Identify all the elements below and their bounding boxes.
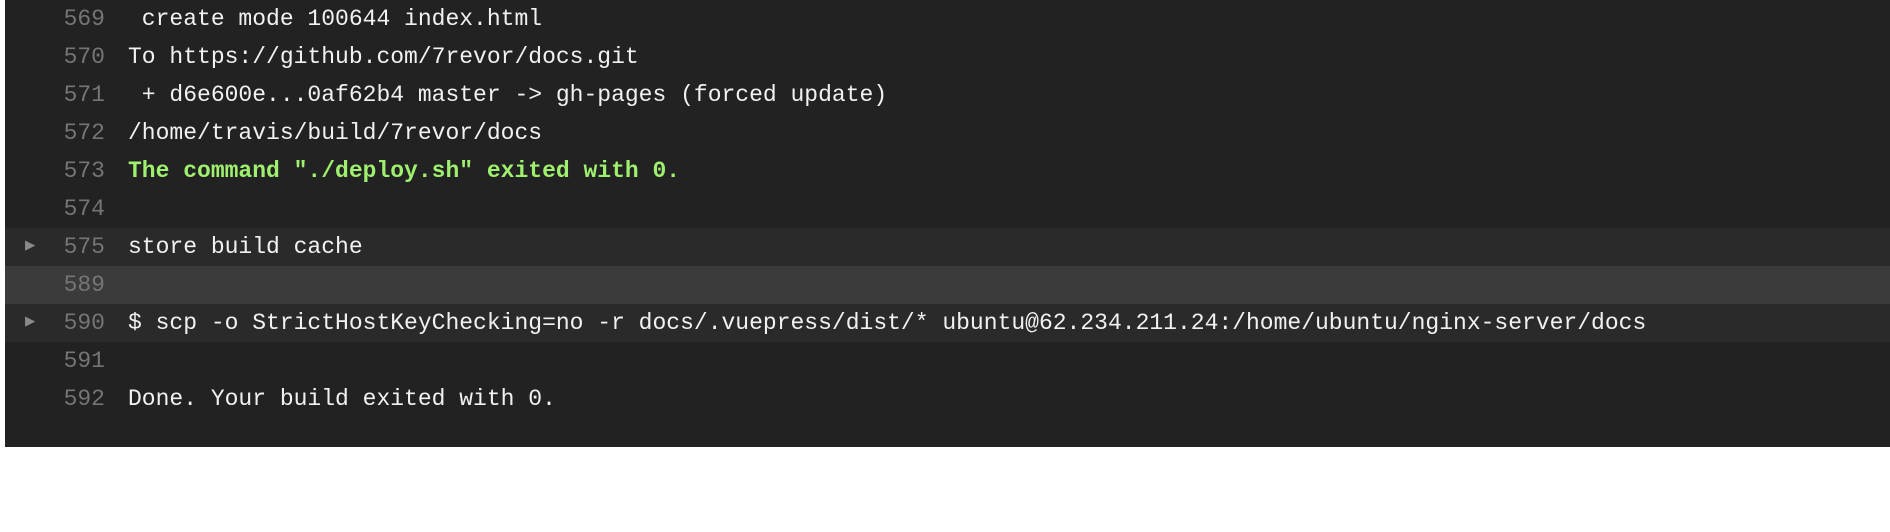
fold-row-scp-command[interactable]: ▶ 590 $ scp -o StrictHostKeyChecking=no … — [5, 304, 1890, 342]
line-number[interactable]: 589 — [5, 266, 105, 304]
log-line-highlighted: 589 — [5, 266, 1890, 304]
log-line: 591 — [5, 342, 1890, 380]
log-line: 574 — [5, 190, 1890, 228]
log-line: 572 /home/travis/build/7revor/docs — [5, 114, 1890, 152]
line-number[interactable]: 574 — [5, 190, 105, 228]
line-number[interactable]: 569 — [5, 0, 105, 38]
log-line-text: To https://github.com/7revor/docs.git — [128, 44, 639, 70]
line-number[interactable]: 590 — [5, 304, 105, 342]
fold-row-store-build-cache[interactable]: ▶ 575 store build cache — [5, 228, 1890, 266]
log-line: 573 The command "./deploy.sh" exited wit… — [5, 152, 1890, 190]
line-number[interactable]: 571 — [5, 76, 105, 114]
line-number[interactable]: 591 — [5, 342, 105, 380]
log-line: 571 + d6e600e...0af62b4 master -> gh-pag… — [5, 76, 1890, 114]
line-number[interactable]: 570 — [5, 38, 105, 76]
line-number[interactable]: 573 — [5, 152, 105, 190]
line-number[interactable]: 592 — [5, 380, 105, 418]
line-number[interactable]: 575 — [5, 228, 105, 266]
deploy-success-message: The command "./deploy.sh" exited with 0. — [128, 158, 681, 184]
log-line-text: /home/travis/build/7revor/docs — [128, 120, 543, 146]
log-line-text: create mode 100644 index.html — [128, 6, 543, 32]
line-number[interactable]: 572 — [5, 114, 105, 152]
fold-title: store build cache — [128, 234, 363, 260]
fold-title: $ scp -o StrictHostKeyChecking=no -r doc… — [128, 310, 1647, 336]
build-log: 569 create mode 100644 index.html 570 To… — [5, 0, 1890, 447]
build-done-message: Done. Your build exited with 0. — [128, 386, 556, 412]
log-line: 592 Done. Your build exited with 0. — [5, 380, 1890, 418]
log-line: 570 To https://github.com/7revor/docs.gi… — [5, 38, 1890, 76]
log-line-text: + d6e600e...0af62b4 master -> gh-pages (… — [128, 82, 888, 108]
log-line: 569 create mode 100644 index.html — [5, 0, 1890, 38]
